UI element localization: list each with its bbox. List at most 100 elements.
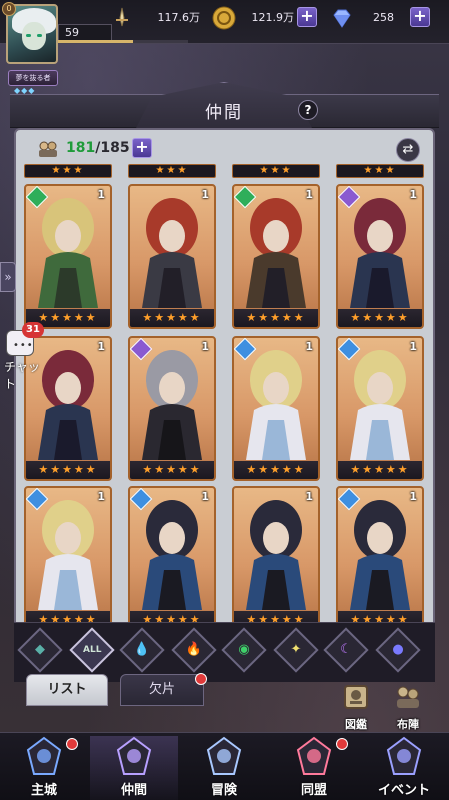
companion-portrait — [142, 500, 202, 610]
diamond-icon — [333, 9, 351, 28]
card-count: 1 — [97, 340, 105, 353]
card-count: 1 — [201, 340, 209, 353]
card-count: 1 — [97, 188, 105, 201]
nav-item-3[interactable]: 同盟 — [270, 736, 358, 800]
xp-bar — [58, 40, 188, 43]
player-title-tag[interactable]: 夢を抜る者 — [8, 70, 58, 86]
card-count: 1 — [409, 340, 417, 353]
companion-card[interactable]: 1 ★★★★★ — [232, 336, 320, 481]
card-partial-stars: ★★★ — [128, 164, 216, 178]
earth-filter-icon: ◆ — [35, 642, 45, 657]
gem-value: 258 — [373, 11, 394, 24]
card-stars: ★★★★★ — [26, 461, 110, 479]
companion-portrait — [246, 198, 306, 308]
companion-card[interactable]: 1 ★★★★★ — [128, 336, 216, 481]
nav-label: 同盟 — [300, 783, 327, 798]
help-button[interactable]: ? — [298, 100, 318, 120]
notification-dot — [195, 673, 207, 685]
nav-item-1[interactable]: 仲間 — [90, 736, 178, 800]
gold-coin-icon — [212, 6, 236, 30]
companion-card[interactable]: 1 ★★★★★ — [232, 486, 320, 631]
card-stars: ★★★★★ — [338, 309, 422, 327]
card-count: 1 — [409, 490, 417, 503]
nav-icon — [26, 736, 62, 775]
all-filter-icon: ALL — [83, 645, 102, 655]
gold-value: 121.9万 — [251, 11, 295, 24]
card-partial-stars: ★★★ — [24, 164, 112, 178]
tab-fragments-label: 欠片 — [148, 682, 175, 697]
nav-icon — [116, 736, 152, 775]
companion-card[interactable]: 1 ★★★★★ — [336, 486, 424, 631]
nav-label: 冒険 — [210, 783, 237, 798]
nav-label: 主城 — [30, 783, 57, 798]
nav-label: イベント — [377, 783, 430, 798]
companion-card[interactable]: 1 ★★★★★ — [24, 184, 112, 329]
water-filter-icon: 💧 — [133, 642, 151, 657]
companion-portrait — [142, 350, 202, 460]
gold-resource: 121.9万 — [212, 6, 295, 30]
power-value: 117.6万 — [157, 11, 201, 24]
card-stars: ★★★★★ — [338, 461, 422, 479]
roster-count: 181/185 — [66, 140, 130, 156]
companion-portrait — [38, 198, 98, 308]
companions-icon — [39, 141, 57, 157]
avatar-eye — [37, 34, 42, 37]
expand-roster-button[interactable]: + — [132, 138, 152, 158]
codex-label: 図鑑 — [345, 718, 367, 731]
card-stars: ★★★★★ — [130, 461, 214, 479]
formation-icon — [397, 686, 419, 708]
chat-button[interactable]: ••• 31 チャット — [4, 322, 44, 391]
light-filter-icon: ✦ — [290, 642, 302, 657]
power-resource: 117.6万 — [110, 7, 201, 28]
companion-card[interactable]: 1 ★★★★★ — [24, 486, 112, 631]
title-rank-dots: ◆◆◆ — [14, 86, 36, 95]
companion-card[interactable]: 1 ★★★★★ — [336, 336, 424, 481]
nav-item-4[interactable]: イベント — [360, 736, 448, 800]
fire-filter-icon: 🔥 — [185, 642, 203, 657]
page-title: 仲間 — [205, 103, 243, 123]
avatar-eye — [26, 34, 31, 37]
companion-card[interactable]: 1 ★★★★★ — [128, 486, 216, 631]
companion-portrait — [350, 198, 410, 308]
companion-card[interactable]: 1 ★★★★★ — [232, 184, 320, 329]
nav-icon — [386, 736, 422, 775]
companion-portrait — [350, 500, 410, 610]
companion-card[interactable]: 1 ★★★★★ — [336, 184, 424, 329]
codex-button[interactable]: 図鑑 — [336, 682, 376, 731]
card-count: 1 — [305, 188, 313, 201]
vip-badge: 0 — [2, 2, 16, 16]
card-count: 1 — [97, 490, 105, 503]
card-stars: ★★★★★ — [130, 309, 214, 327]
chat-unread-badge: 31 — [22, 322, 44, 338]
card-stars: ★★★★★ — [234, 309, 318, 327]
tab-list[interactable]: リスト — [26, 674, 108, 706]
add-gems-button[interactable]: + — [410, 7, 430, 27]
sort-toggle-button[interactable]: ⇄ — [396, 138, 420, 162]
arcane-filter-icon: ☾ — [340, 642, 352, 657]
notification-dot — [66, 738, 78, 750]
companion-card[interactable]: 1 ★★★★★ — [128, 184, 216, 329]
xp-bar-fill — [58, 40, 134, 43]
formation-button[interactable]: 布陣 — [388, 682, 428, 731]
card-partial-stars: ★★★ — [232, 164, 320, 178]
nav-label: 仲間 — [120, 783, 147, 798]
formation-label: 布陣 — [397, 718, 419, 731]
chat-label: チャット — [4, 360, 40, 391]
side-expand-handle[interactable]: » — [0, 262, 16, 292]
card-count: 1 — [305, 490, 313, 503]
companion-portrait — [38, 350, 98, 460]
companion-portrait — [246, 350, 306, 460]
sword-icon — [116, 7, 128, 27]
card-partial-stars: ★★★ — [336, 164, 424, 178]
roster-max: /185 — [95, 140, 130, 156]
companion-portrait — [38, 500, 98, 610]
card-count: 1 — [201, 188, 209, 201]
nav-item-2[interactable]: 冒険 — [180, 736, 268, 800]
tab-fragments[interactable]: 欠片 — [120, 673, 207, 706]
companion-portrait — [142, 198, 202, 308]
card-count: 1 — [201, 490, 209, 503]
nav-item-0[interactable]: 主城 — [0, 736, 88, 800]
card-count: 1 — [409, 188, 417, 201]
add-gold-button[interactable]: + — [297, 7, 317, 27]
roster-current: 181 — [66, 140, 96, 156]
